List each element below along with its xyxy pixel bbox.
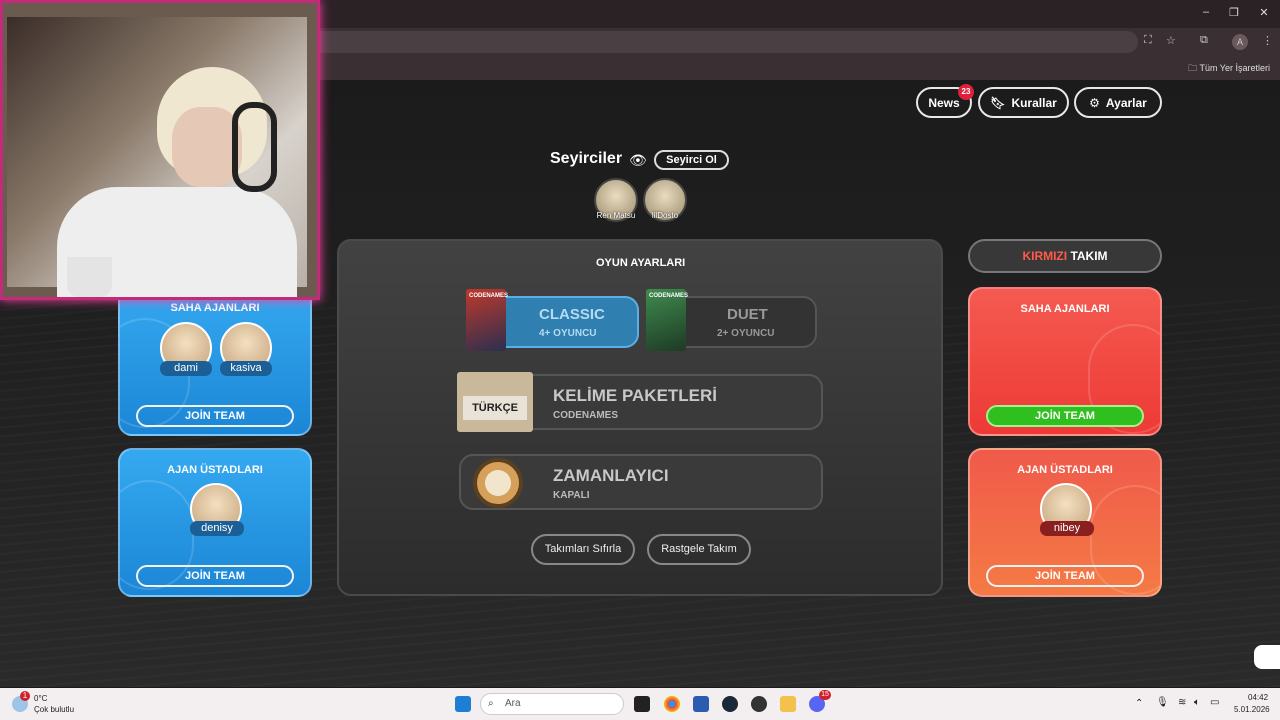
obs-icon[interactable] <box>751 696 767 712</box>
timer-status: KAPALI <box>553 490 590 501</box>
chrome-icon[interactable] <box>664 696 680 712</box>
bookmark-icon: 🔖︎ <box>990 95 1006 110</box>
webcam-overlay <box>0 0 320 300</box>
weather-description: Çok bulutlu <box>34 705 75 714</box>
clock-date[interactable]: 5.01.2026 <box>1234 705 1270 714</box>
player-name: kasiva <box>220 361 272 376</box>
word-packs-title: KELİME PAKETLERİ <box>553 386 718 405</box>
discord-badge: 15 <box>819 690 831 700</box>
red-team-color-word: KIRMIZI <box>1022 249 1068 263</box>
classic-box-art: CODENAMES <box>466 289 509 351</box>
settings-label: Ayarlar <box>1105 95 1147 110</box>
browser-menu-icon[interactable]: ⋮ <box>1262 34 1273 47</box>
spectator-name: Ren Matsu <box>596 211 636 220</box>
red-field-agents-join-button[interactable]: JOİN TEAM <box>986 405 1144 427</box>
side-assistant-button[interactable] <box>1254 645 1280 669</box>
classic-box-title: CODENAMES <box>469 293 509 299</box>
file-explorer-icon[interactable] <box>780 696 796 712</box>
chevron-up-icon[interactable]: ⌃ <box>1135 698 1143 709</box>
duet-box-art: CODENAMES <box>646 289 689 351</box>
minimize-button[interactable]: – <box>1196 6 1216 18</box>
rules-label: Kurallar <box>1011 95 1057 110</box>
duet-box-title: CODENAMES <box>649 293 689 299</box>
blue-spymasters-title: AJAN ÜSTADLARI <box>167 464 263 476</box>
news-button[interactable]: News 23 <box>916 84 974 118</box>
weather-badge: 1 <box>20 691 30 701</box>
timer-title: ZAMANLAYICI <box>553 466 669 485</box>
windows-taskbar: 1 0°C Çok bulutlu Ara ⌕ 15 ⌃ 🎙︎ ≋ 🔈︎ ▭ 0… <box>0 688 1280 720</box>
mode-duet-button[interactable]: DUET 2+ OYUNCU <box>665 296 817 348</box>
reset-teams-button[interactable]: Takımları Sıfırla <box>531 534 635 565</box>
headphones-icon <box>232 102 277 192</box>
spectator-name: lilDosto <box>651 211 679 220</box>
mug-icon <box>67 257 112 297</box>
timer-button[interactable]: ZAMANLAYICI KAPALI <box>459 454 823 510</box>
news-label: News <box>928 95 960 110</box>
taskbar-search-input[interactable]: Ara <box>480 693 624 715</box>
random-team-button[interactable]: Rastgele Takım <box>647 534 751 565</box>
all-bookmarks-label: Tüm Yer İşaretleri <box>1199 63 1270 73</box>
close-window-button[interactable]: ✕ <box>1254 6 1274 19</box>
game-settings-title: OYUN AYARLARI <box>596 257 686 269</box>
blue-spymasters-join-button[interactable]: JOİN TEAM <box>136 565 294 587</box>
mode-classic-label: CLASSIC <box>539 306 605 323</box>
red-spymasters-join-button[interactable]: JOİN TEAM <box>986 565 1144 587</box>
red-spymasters-title: AJAN ÜSTADLARI <box>1017 464 1113 476</box>
red-spymasters-panel: AJAN ÜSTADLARI nibey JOİN TEAM <box>968 448 1162 597</box>
profile-avatar[interactable]: A <box>1232 34 1248 50</box>
all-bookmarks-link[interactable]: 🗀 Tüm Yer İşaretleri <box>1188 61 1270 77</box>
translate-icon[interactable]: ⛶ <box>1144 34 1152 47</box>
game-settings-panel: OYUN AYARLARI CLASSIC 4+ OYUNCU CODENAME… <box>337 239 943 596</box>
red-team-label: TAKIM <box>1070 249 1108 263</box>
wifi-icon[interactable]: ≋ <box>1178 697 1186 708</box>
volume-icon[interactable]: 🔈︎ <box>1194 697 1200 708</box>
become-spectator-button[interactable]: Seyirci Ol <box>654 150 729 170</box>
microphone-icon[interactable]: 🎙︎ <box>1156 697 1169 708</box>
player-name: dami <box>160 361 212 376</box>
blue-field-agents-title: SAHA AJANLARI <box>170 302 260 314</box>
blue-spymasters-panel: AJAN ÜSTADLARI denisy JOİN TEAM <box>118 448 312 597</box>
bookmark-star-icon[interactable]: ☆ <box>1166 34 1176 47</box>
spectators-title: Seyirciler <box>550 150 623 167</box>
maximize-button[interactable]: ❐ <box>1224 6 1244 19</box>
stopwatch-icon <box>473 458 523 508</box>
folder-icon: 🗀 <box>1188 63 1200 73</box>
settings-button[interactable]: ⚙ Ayarlar <box>1074 87 1162 118</box>
blue-field-agents-panel: SAHA AJANLARI dami kasiva JOİN TEAM <box>118 286 312 436</box>
blue-field-agents-join-button[interactable]: JOİN TEAM <box>136 405 294 427</box>
rules-button[interactable]: 🔖︎ Kurallar <box>978 87 1069 118</box>
eye-icon: 👁︎ <box>629 152 647 168</box>
clock-time[interactable]: 04:42 <box>1248 693 1268 702</box>
store-icon[interactable] <box>693 696 709 712</box>
turkish-pack-label: TÜRKÇE <box>463 396 527 420</box>
search-icon: ⌕ <box>488 698 494 709</box>
task-view-icon[interactable] <box>634 696 650 712</box>
mode-classic-players: 4+ OYUNCU <box>539 328 597 339</box>
word-packs-button[interactable]: TÜRKÇE KELİME PAKETLERİ CODENAMES <box>457 372 823 432</box>
weather-temp: 0°C <box>34 694 48 703</box>
player-name: denisy <box>190 521 244 536</box>
battery-icon[interactable]: ▭ <box>1210 697 1219 708</box>
mode-duet-players: 2+ OYUNCU <box>717 328 775 339</box>
red-field-agents-title: SAHA AJANLARI <box>1020 303 1110 315</box>
mode-classic-button[interactable]: CLASSIC 4+ OYUNCU <box>489 296 639 348</box>
player-name: nibey <box>1040 521 1094 536</box>
start-icon[interactable] <box>455 696 471 712</box>
steam-icon[interactable] <box>722 696 738 712</box>
red-field-agents-panel: SAHA AJANLARI JOİN TEAM <box>968 287 1162 436</box>
red-team-header: KIRMIZI TAKIM <box>968 239 1162 273</box>
word-packs-sub: CODENAMES <box>553 410 619 421</box>
webcam-feed <box>7 17 307 297</box>
extensions-icon[interactable]: ⧉ <box>1200 34 1208 47</box>
gear-icon: ⚙ <box>1089 95 1100 110</box>
news-count-badge: 23 <box>958 84 974 100</box>
mode-duet-label: DUET <box>727 306 768 323</box>
word-pack-box: TÜRKÇE <box>457 372 533 432</box>
